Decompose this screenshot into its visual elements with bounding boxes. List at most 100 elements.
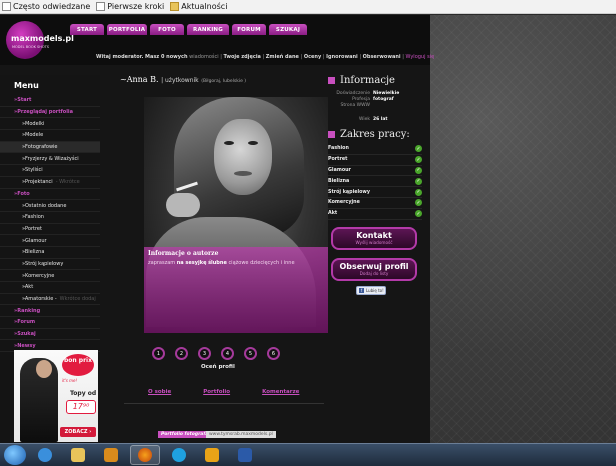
taskbar-outlook[interactable] <box>198 446 226 464</box>
windows-start-icon[interactable] <box>4 445 26 465</box>
nav-forum[interactable]: FORUM <box>232 24 266 35</box>
menu-label: »Fryzjerzy & Wizażyści <box>22 155 79 162</box>
nav-foto[interactable]: FOTO <box>150 24 184 35</box>
advert-banner[interactable]: bon prix it's me! Topy od 17⁹⁰ ZOBACZ › <box>14 350 98 442</box>
scope-label: Strój kąpielowy <box>328 189 370 195</box>
bookmark-often[interactable]: Często odwiedzane <box>2 2 90 11</box>
profile-photo[interactable]: Informacje o autorze zapraszam na sesyjk… <box>144 97 328 333</box>
taskbar-media[interactable] <box>97 446 125 464</box>
nav-szukaj[interactable]: SZUKAJ <box>269 24 307 35</box>
skype-icon <box>172 448 186 462</box>
portfolio-url[interactable]: www.tymsrab.maxmodels.pl <box>206 431 276 438</box>
bookmark-first-steps[interactable]: Pierwsze kroki <box>96 2 164 11</box>
menu-item-photographers[interactable]: »Fotografowie <box>0 141 100 154</box>
menu-item-stylists[interactable]: »Styliści <box>0 165 100 177</box>
nav-start[interactable]: START <box>70 24 104 35</box>
link-watched[interactable]: Obserwowani <box>363 54 401 60</box>
link-ignored[interactable]: Ignorowani <box>326 54 358 60</box>
taskbar-skype[interactable] <box>165 446 193 464</box>
menu-item-forum[interactable]: »Forum <box>0 317 100 329</box>
check-icon: ✓ <box>415 210 422 218</box>
menu-item-glamour[interactable]: »Glamour <box>0 235 100 247</box>
menu-note: Wkrótce dodaj <box>59 296 96 303</box>
rate-button-1[interactable]: 1 <box>152 347 165 360</box>
facebook-like-button[interactable]: f Lubię to! <box>356 285 386 295</box>
menu-item-fashion[interactable]: »Fashion <box>0 212 100 224</box>
info-value: 26 lat <box>373 117 388 122</box>
rate-button-5[interactable]: 5 <box>244 347 257 360</box>
info-key: Wiek <box>359 117 370 122</box>
scope-item: Akt ✓ <box>328 209 422 220</box>
logout-link[interactable]: Wyloguj się <box>405 54 434 60</box>
scope-label: Portret <box>328 157 348 163</box>
nav-ranking[interactable]: RANKING <box>187 24 229 35</box>
menu-item-ranking[interactable]: »Ranking <box>0 305 100 318</box>
menu-note: - Wkrótce <box>55 179 80 186</box>
bookmark-label: Pierwsze kroki <box>107 2 165 11</box>
scope-item: Bielizna ✓ <box>328 176 422 188</box>
rate-button-3[interactable]: 3 <box>198 347 211 360</box>
link-comments[interactable]: Komentarze <box>262 389 299 395</box>
messages-link[interactable]: wiadomości <box>189 54 218 60</box>
author-text-a: zapraszam <box>148 260 176 266</box>
menu-item-nude[interactable]: »Akt <box>0 282 100 294</box>
firefox-icon <box>138 448 152 462</box>
rate-button-2[interactable]: 2 <box>175 347 188 360</box>
rate-button-4[interactable]: 4 <box>221 347 234 360</box>
link-edit-data[interactable]: Zmień dane <box>266 54 299 60</box>
taskbar-explorer[interactable] <box>64 446 92 464</box>
menu-item-search[interactable]: »Szukaj <box>0 329 100 341</box>
nav-portfolia[interactable]: PORTFOLIA <box>107 24 147 35</box>
ad-cta-button[interactable]: ZOBACZ › <box>60 427 96 437</box>
watch-sub: Dodaj do listy <box>359 270 389 276</box>
right-column: Informacje Doświadczenie Niewielkie Profe… <box>328 75 422 443</box>
menu-item-amateur[interactable]: »Amatorskie - Wkrótce dodaj <box>0 294 100 306</box>
taskbar-firefox[interactable] <box>130 445 160 465</box>
link-about[interactable]: O sobie <box>148 389 171 395</box>
menu-item-models-f[interactable]: »Modelki <box>0 118 100 131</box>
scope-item: Komercyjne ✓ <box>328 198 422 209</box>
ad-brand-logo: bon prix <box>62 354 94 376</box>
site-logo[interactable]: maxmodels.pl MODEL BOOK SHOTS <box>6 21 74 61</box>
rate-button-6[interactable]: 6 <box>267 347 280 360</box>
menu-item-portfolios[interactable]: »Przeglądaj portfolia <box>0 107 100 119</box>
menu-label: »Modele <box>22 132 44 139</box>
greeting: Witaj moderator. <box>96 54 144 60</box>
facebook-like-label: Lubię to! <box>366 287 384 293</box>
menu-item-recent[interactable]: »Ostatnio dodane <box>0 200 100 212</box>
contact-button[interactable]: Kontakt Wyślij wiadomość <box>331 226 417 250</box>
scope-label: Akt <box>328 211 338 217</box>
messages-count: Masz 0 nowych <box>144 54 188 60</box>
link-my-photos[interactable]: Twoje zdjęcia <box>224 54 261 60</box>
menu-item-start[interactable]: »Start <box>0 95 100 107</box>
menu-label: »Akt <box>22 284 34 291</box>
info-header: Informacje <box>328 75 422 86</box>
browser-viewport: maxmodels.pl MODEL BOOK SHOTS START PORT… <box>0 15 616 443</box>
link-ratings[interactable]: Oceny <box>304 54 321 60</box>
menu-item-swimwear[interactable]: »Strój kąpielowy <box>0 259 100 271</box>
menu-item-foto[interactable]: »Foto <box>0 189 100 201</box>
watch-profile-button[interactable]: Obserwuj profil Dodaj do listy <box>331 257 417 281</box>
menu-label: »Szukaj <box>14 331 36 338</box>
taskbar-ie[interactable] <box>31 446 59 464</box>
menu-label: »Start <box>14 97 32 104</box>
scope-item: Portret ✓ <box>328 155 422 166</box>
menu-item-models-m[interactable]: »Modele <box>0 130 100 142</box>
link-portfolio[interactable]: Portfolio <box>203 389 230 395</box>
menu-item-designers[interactable]: »Projektanci - Wkrótce <box>0 177 100 189</box>
author-text-d: ciążowe dziecięcych i inne <box>228 260 295 266</box>
bullet-square-icon <box>328 77 335 84</box>
bookmark-news[interactable]: Aktualności <box>170 2 227 11</box>
folder-icon <box>71 448 85 462</box>
ad-label-text: Topy <box>70 390 86 397</box>
menu-item-hairstylists[interactable]: »Fryzjerzy & Wizażyści <box>0 153 100 166</box>
menu-item-lingerie[interactable]: »Bielizna <box>0 247 100 259</box>
menu-item-commercial[interactable]: »Komercyjne <box>0 270 100 282</box>
ad-tagline: it's me! <box>62 378 78 383</box>
folder-icon <box>170 2 180 11</box>
menu-item-portrait[interactable]: »Portret <box>0 224 100 236</box>
media-player-icon <box>104 448 118 462</box>
profile-role: | użytkownik <box>161 77 199 84</box>
taskbar-word[interactable] <box>231 446 259 464</box>
scope-item: Fashion ✓ <box>328 144 422 155</box>
